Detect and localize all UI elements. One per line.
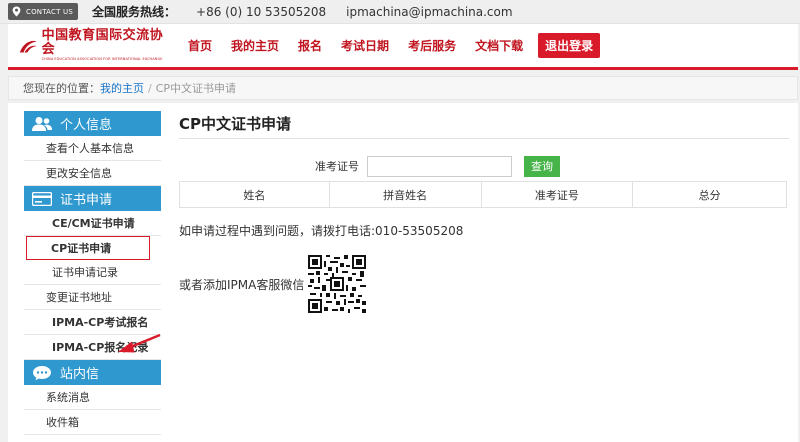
nav-downloads[interactable]: 文档下载 (475, 37, 523, 54)
sidebar-item-ce-cm-cert[interactable]: CE/CM证书申请 (24, 211, 161, 236)
column-header-pinyin-name: 拼音姓名 (328, 181, 482, 208)
nav-exam-dates[interactable]: 考试日期 (341, 37, 389, 54)
contact-badge-label: CONTACT US (26, 7, 73, 16)
sidebar-section-cert-title: 证书申请 (60, 193, 113, 208)
users-icon (30, 115, 54, 133)
site-header: 中国教育国际交流协会 CHINA EDUCATION ASSOCIATION F… (8, 24, 798, 70)
table-header-row: 姓名 拼音姓名 准考证号 总分 (179, 181, 787, 208)
main-area: CP中文证书申请 准考证号 查询 姓名 拼音姓名 准考证号 总分 如申请过程中遇… (179, 111, 789, 313)
annotation-arrow-icon (118, 333, 161, 353)
logo-chinese-name: 中国教育国际交流协会 (41, 28, 164, 57)
wechat-qr-code (308, 255, 367, 313)
chat-bubble-icon (30, 364, 54, 382)
contact-email[interactable]: ipmachina@ipmachina.com (346, 5, 512, 19)
sidebar-item-cert-records[interactable]: 证书申请记录 (24, 260, 161, 285)
sidebar-item-change-address[interactable]: 变更证书地址 (24, 285, 161, 310)
card-icon (30, 190, 54, 208)
breadcrumb-prefix: 您现在的位置： (23, 82, 100, 95)
nav-my-page[interactable]: 我的主页 (231, 37, 279, 54)
contact-badge: CONTACT US (8, 3, 78, 20)
query-button[interactable]: 查询 (524, 155, 560, 177)
sidebar-item-system-messages[interactable]: 系统消息 (24, 385, 161, 410)
sidebar-section-personal[interactable]: 个人信息 (24, 111, 161, 136)
breadcrumb-current: CP中文证书申请 (155, 82, 237, 95)
help-phone-note: 如申请过程中遇到问题，请拨打电话:010-53505208 (179, 224, 464, 238)
sidebar-item-cp-cert[interactable]: CP证书申请 (26, 236, 150, 260)
column-header-total-score: 总分 (632, 181, 787, 208)
exam-number-input[interactable] (367, 155, 512, 177)
breadcrumb-home-link[interactable]: 我的主页 (100, 80, 144, 96)
logout-button[interactable]: 退出登录 (538, 33, 601, 58)
site-logo[interactable]: 中国教育国际交流协会 CHINA EDUCATION ASSOCIATION F… (18, 29, 168, 62)
content-panel: 个人信息 查看个人基本信息 更改安全信息 证书申请 CE/CM证书申请 CP证书… (8, 103, 798, 442)
sidebar: 个人信息 查看个人基本信息 更改安全信息 证书申请 CE/CM证书申请 CP证书… (24, 111, 161, 435)
search-form: 准考证号 查询 (179, 155, 789, 177)
wechat-contact-text: 或者添加IPMA客服微信 (179, 277, 305, 292)
nav-home[interactable]: 首页 (188, 37, 212, 54)
results-table: 姓名 拼音姓名 准考证号 总分 (179, 181, 787, 208)
nav-post-exam[interactable]: 考后服务 (408, 37, 456, 54)
main-nav: 首页 我的主页 报名 考试日期 考后服务 文档下载 退出登录 (188, 33, 619, 58)
page-title: CP中文证书申请 (179, 111, 789, 139)
breadcrumb: 您现在的位置： 我的主页 / CP中文证书申请 (8, 76, 798, 100)
breadcrumb-separator: / (148, 81, 152, 95)
wechat-contact: 或者添加IPMA客服微信 (179, 255, 789, 313)
sidebar-section-cert[interactable]: 证书申请 (24, 186, 161, 211)
sidebar-item-cp-exam-register[interactable]: IPMA-CP考试报名 (24, 310, 161, 335)
sidebar-section-personal-title: 个人信息 (60, 118, 113, 133)
top-bar: CONTACT US 全国服务热线： +86 (0) 10 53505208 i… (0, 0, 800, 24)
sidebar-section-messages[interactable]: 站内信 (24, 360, 161, 385)
hotline-number: +86 (0) 10 53505208 (196, 4, 327, 19)
sidebar-section-messages-title: 站内信 (60, 367, 100, 382)
column-header-exam-number: 准考证号 (480, 181, 634, 208)
hotline-label: 全国服务热线： (92, 5, 177, 19)
logo-emblem-icon (19, 40, 37, 53)
sidebar-item-inbox[interactable]: 收件箱 (24, 410, 161, 435)
nav-register[interactable]: 报名 (298, 37, 322, 54)
sidebar-item-view-profile[interactable]: 查看个人基本信息 (24, 136, 161, 161)
logo-english-name: CHINA EDUCATION ASSOCIATION FOR INTERNAT… (41, 57, 163, 61)
column-header-name: 姓名 (179, 181, 330, 208)
exam-number-label: 准考证号 (315, 160, 359, 173)
sidebar-item-security[interactable]: 更改安全信息 (24, 161, 161, 186)
location-pin-icon (11, 6, 22, 17)
